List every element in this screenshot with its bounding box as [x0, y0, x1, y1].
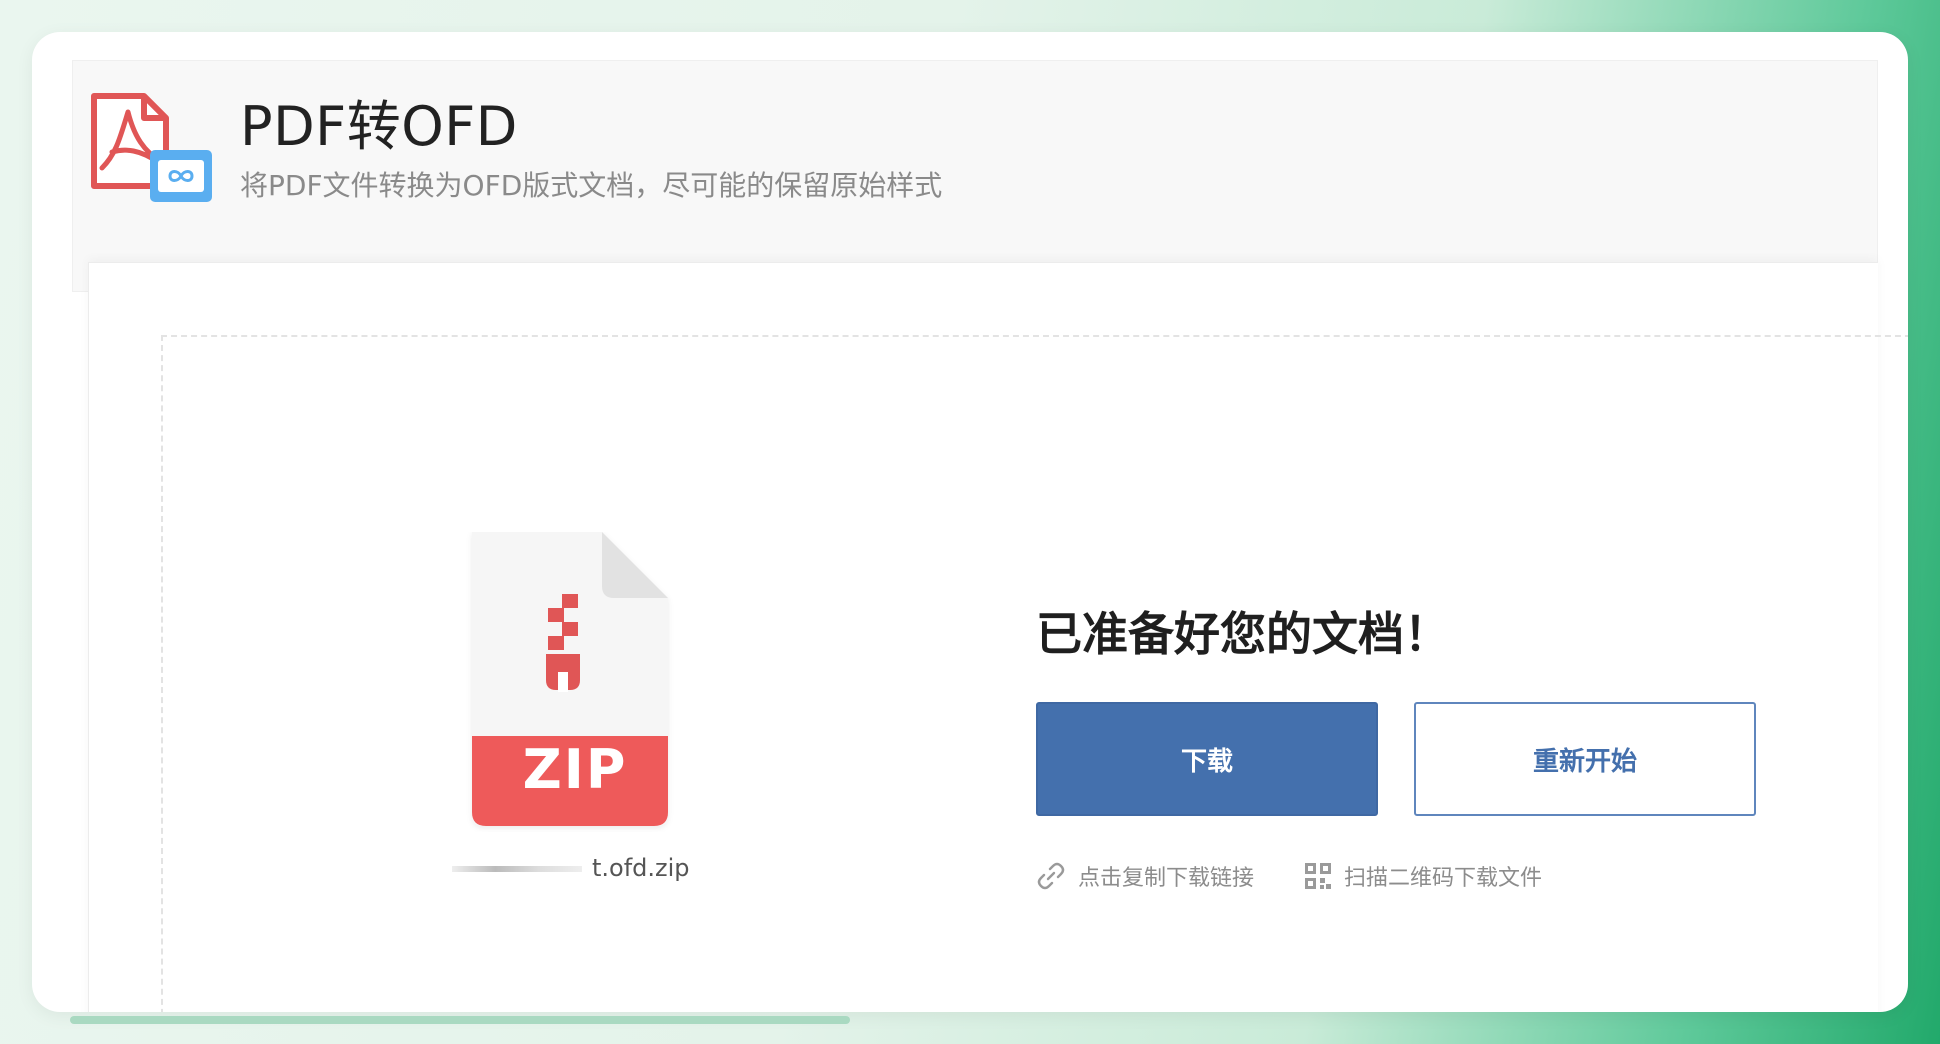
page-title: PDF转OFD	[240, 95, 518, 158]
redacted-filename	[452, 866, 582, 872]
qr-download-label: 扫描二维码下载文件	[1344, 866, 1543, 891]
drop-zone	[161, 335, 1908, 1012]
file-type-label: ZIP	[522, 738, 628, 801]
converter-card: PDF转OFD 将PDF文件转换为OFD版式文档，尽可能的保留原始样式 ZIP …	[32, 32, 1908, 1012]
file-name: t.ofd.zip	[452, 854, 752, 882]
download-button[interactable]: 下载	[1036, 702, 1378, 816]
restart-button[interactable]: 重新开始	[1414, 702, 1756, 816]
file-name-text: t.ofd.zip	[592, 854, 690, 882]
ready-heading: 已准备好您的文档！	[1036, 607, 1450, 661]
horizontal-scrollbar[interactable]	[70, 1016, 850, 1024]
copy-link-action[interactable]: 点击复制下载链接	[1036, 860, 1254, 892]
copy-link-label: 点击复制下载链接	[1078, 866, 1255, 891]
link-icon	[1037, 862, 1065, 890]
qr-download-action[interactable]: 扫描二维码下载文件	[1304, 860, 1542, 892]
content-panel	[88, 262, 1908, 1012]
pdf-to-ofd-icon	[91, 93, 212, 202]
qr-code-icon	[1305, 863, 1331, 889]
page-subtitle: 将PDF文件转换为OFD版式文档，尽可能的保留原始样式	[240, 169, 943, 202]
